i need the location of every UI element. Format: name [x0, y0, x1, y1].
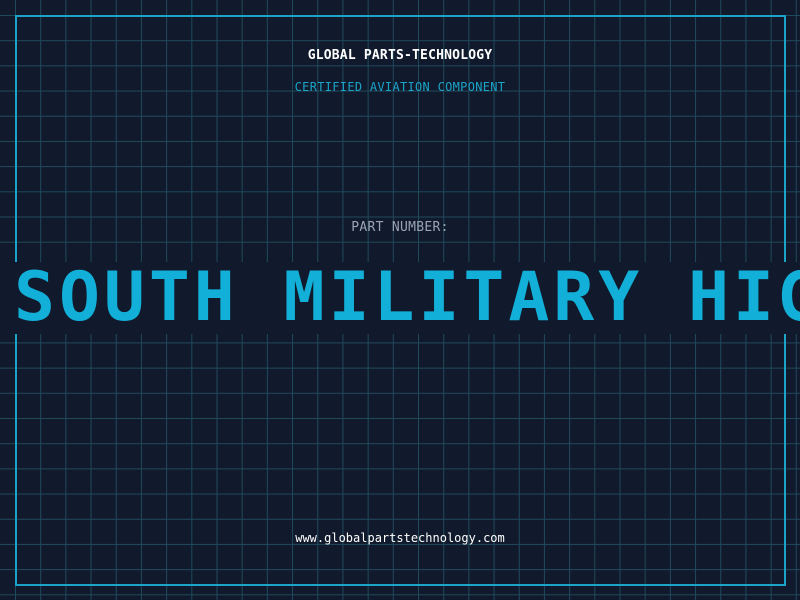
part-number-label: PART NUMBER: [351, 220, 449, 235]
certification-tagline: CERTIFIED AVIATION COMPONENT [294, 80, 506, 94]
part-number-banner: SOUTH MILITARY HIG [0, 262, 800, 334]
website-url: www.globalpartstechnology.com [295, 531, 505, 545]
company-name: GLOBAL PARTS-TECHNOLOGY [307, 48, 493, 63]
part-number-value: SOUTH MILITARY HIG [14, 262, 800, 334]
